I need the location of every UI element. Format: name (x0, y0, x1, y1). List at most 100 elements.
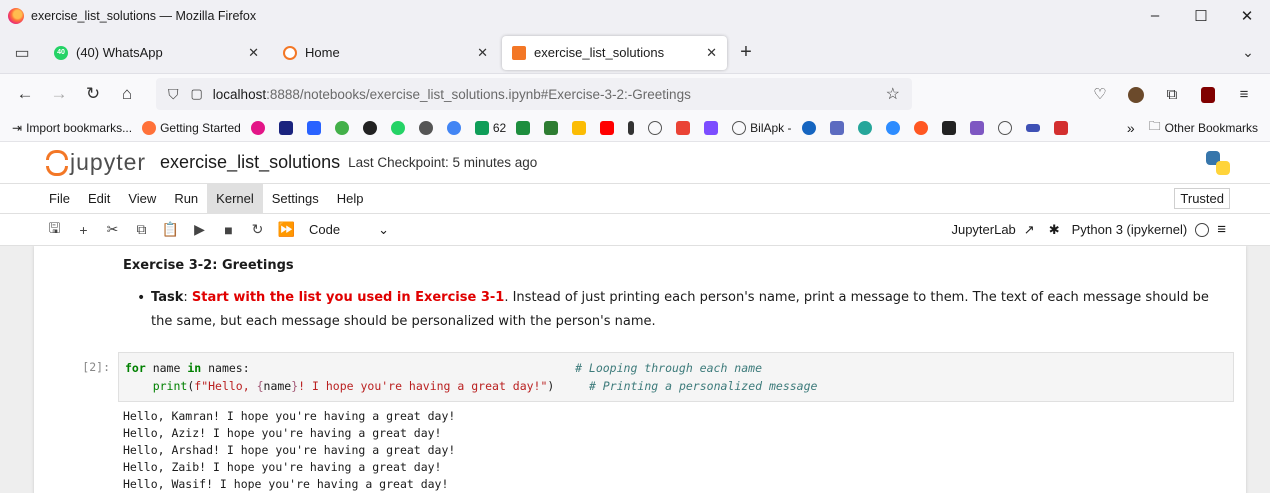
bookmark-bilapk[interactable]: BilApk - (732, 120, 792, 135)
bookmark-w[interactable] (544, 120, 562, 135)
kernel-name[interactable]: Python 3 (ipykernel) (1072, 222, 1188, 237)
menu-lines-icon[interactable]: ≡ (1217, 221, 1226, 238)
add-cell-icon[interactable]: + (69, 222, 98, 238)
tab-exercise-list-solutions[interactable]: exercise_list_solutions ✕ (502, 35, 727, 70)
bookmark-k[interactable] (306, 120, 325, 135)
menu-edit[interactable]: Edit (79, 184, 119, 214)
forward-button[interactable]: → (42, 79, 76, 109)
bookmark-maple[interactable] (1053, 120, 1072, 135)
menu-run[interactable]: Run (165, 184, 207, 214)
bookmark-openai[interactable] (418, 120, 437, 135)
bookmark-zoom[interactable] (885, 120, 904, 135)
jupyterlab-link[interactable]: JupyterLab (951, 222, 1015, 237)
bookmark-firefox[interactable] (250, 120, 269, 135)
classroom-icon (516, 120, 531, 135)
globe-icon (648, 120, 663, 135)
markdown-cell[interactable]: Exercise 3-2: Greetings Task: Start with… (34, 246, 1246, 334)
chevron-right-icon[interactable]: » (1127, 120, 1135, 136)
reload-button[interactable]: ↻ (76, 79, 110, 109)
bookmark-globe-2[interactable] (997, 120, 1016, 135)
external-link-icon[interactable]: ↗ (1024, 222, 1035, 238)
tab-strip: ▭ 40 (40) WhatsApp ✕ Home ✕ exercise_lis… (0, 32, 1270, 74)
bookmark-gmail[interactable] (676, 120, 694, 135)
w-icon (544, 120, 559, 135)
stop-icon[interactable]: ■ (214, 222, 243, 238)
bookmark-a[interactable] (278, 120, 297, 135)
close-tab-icon[interactable]: ✕ (477, 45, 488, 61)
bookmark-classroom-2[interactable] (516, 120, 534, 135)
save-icon[interactable]: 🖫 (40, 218, 69, 242)
bookmark-anaconda[interactable] (334, 120, 353, 135)
classroom-icon (474, 120, 489, 135)
window-titlebar: exercise_list_solutions — Mozilla Firefo… (0, 0, 1270, 32)
maximize-button[interactable]: ☐ (1178, 7, 1224, 25)
bookmark-n[interactable] (628, 120, 638, 135)
bookmark-cube[interactable] (969, 120, 988, 135)
shield-icon[interactable]: ⛉ (168, 86, 179, 103)
url-bar[interactable]: ⛉ ▢ localhost:8888/notebooks/exercise_li… (156, 78, 912, 110)
maple-leaf-icon (1053, 120, 1068, 135)
new-tab-button[interactable]: + (731, 41, 761, 64)
code-cell[interactable]: [2]: for name in names: # Looping throug… (34, 352, 1246, 402)
menu-file[interactable]: File (40, 184, 79, 214)
copy-icon[interactable]: ⧉ (127, 221, 156, 238)
bookmark-drive[interactable] (572, 120, 590, 135)
firefox-view-button[interactable]: ▭ (4, 38, 40, 68)
bookmark-c[interactable] (913, 120, 932, 135)
run-icon[interactable]: ▶ (185, 221, 214, 238)
debugger-bug-icon[interactable]: ✱ (1049, 222, 1060, 238)
bookmark-meta[interactable] (1025, 123, 1044, 132)
tab-whatsapp[interactable]: 40 (40) WhatsApp ✕ (44, 36, 269, 70)
code-editor[interactable]: for name in names: # Looping through eac… (118, 352, 1234, 402)
jupyter-menubar: File Edit View Run Kernel Settings Help … (0, 183, 1270, 214)
back-button[interactable]: ← (8, 79, 42, 109)
bookmark-figma[interactable] (941, 120, 960, 135)
jupyter-logo-icon (46, 149, 68, 176)
navigation-bar: ← → ↻ ⌂ ⛉ ▢ localhost:8888/notebooks/exe… (0, 74, 1270, 114)
output-line: Hello, Arshad! I hope you're having a gr… (123, 443, 456, 457)
menu-settings[interactable]: Settings (263, 184, 328, 214)
bookmark-e[interactable] (857, 120, 876, 135)
output-line: Hello, Zaib! I hope you're having a grea… (123, 460, 442, 474)
bookmark-whatsapp[interactable] (390, 120, 409, 135)
notebook-name[interactable]: exercise_list_solutions (160, 152, 340, 173)
bookmark-star-icon[interactable]: ☆ (886, 84, 900, 104)
bookmark-youtube[interactable] (600, 120, 618, 135)
close-tab-icon[interactable]: ✕ (248, 45, 259, 61)
cell-type-select[interactable]: Code ⌄ (309, 222, 389, 238)
pocket-icon[interactable]: ♡ (1082, 85, 1118, 103)
paste-icon[interactable]: 📋 (156, 221, 185, 238)
other-bookmarks[interactable]: » 🗀 Other Bookmarks (1127, 117, 1258, 138)
cut-icon[interactable]: ✂ (98, 221, 127, 238)
account-avatar[interactable] (1118, 85, 1154, 103)
bookmark-google[interactable] (446, 120, 465, 135)
menu-kernel[interactable]: Kernel (207, 183, 263, 214)
bookmark-m[interactable] (704, 120, 722, 135)
menu-help[interactable]: Help (328, 184, 373, 214)
fast-forward-icon[interactable]: ⏩ (272, 221, 301, 238)
jupyter-logo[interactable]: jupyter (46, 149, 146, 176)
e-icon (857, 120, 872, 135)
drive-icon (572, 120, 587, 135)
home-button[interactable]: ⌂ (110, 79, 144, 109)
ublock-icon[interactable] (1190, 85, 1226, 103)
trusted-indicator[interactable]: Trusted (1174, 188, 1230, 209)
close-tab-icon[interactable]: ✕ (706, 45, 717, 61)
extensions-icon[interactable]: ⧉ (1154, 86, 1190, 103)
bookmark-tns[interactable] (829, 120, 848, 135)
close-window-button[interactable]: ✕ (1224, 7, 1270, 25)
bookmark-classroom[interactable]: 62 (474, 120, 506, 135)
cube-icon (969, 120, 984, 135)
bookmark-globe[interactable] (648, 120, 666, 135)
bookmark-d[interactable] (801, 120, 820, 135)
minimize-button[interactable]: – (1132, 7, 1178, 25)
bookmark-getting-started[interactable]: Getting Started (142, 120, 241, 135)
tab-home[interactable]: Home ✕ (273, 36, 498, 70)
bookmark-import[interactable]: ⇥ Import bookmarks... (12, 121, 132, 135)
list-all-tabs-icon[interactable]: ⌄ (1230, 44, 1266, 61)
restart-icon[interactable]: ↻ (243, 221, 272, 238)
bookmark-github[interactable] (362, 120, 381, 135)
menu-icon[interactable]: ≡ (1226, 86, 1262, 103)
menu-view[interactable]: View (119, 184, 165, 214)
page-info-icon[interactable]: ▢ (191, 86, 203, 102)
